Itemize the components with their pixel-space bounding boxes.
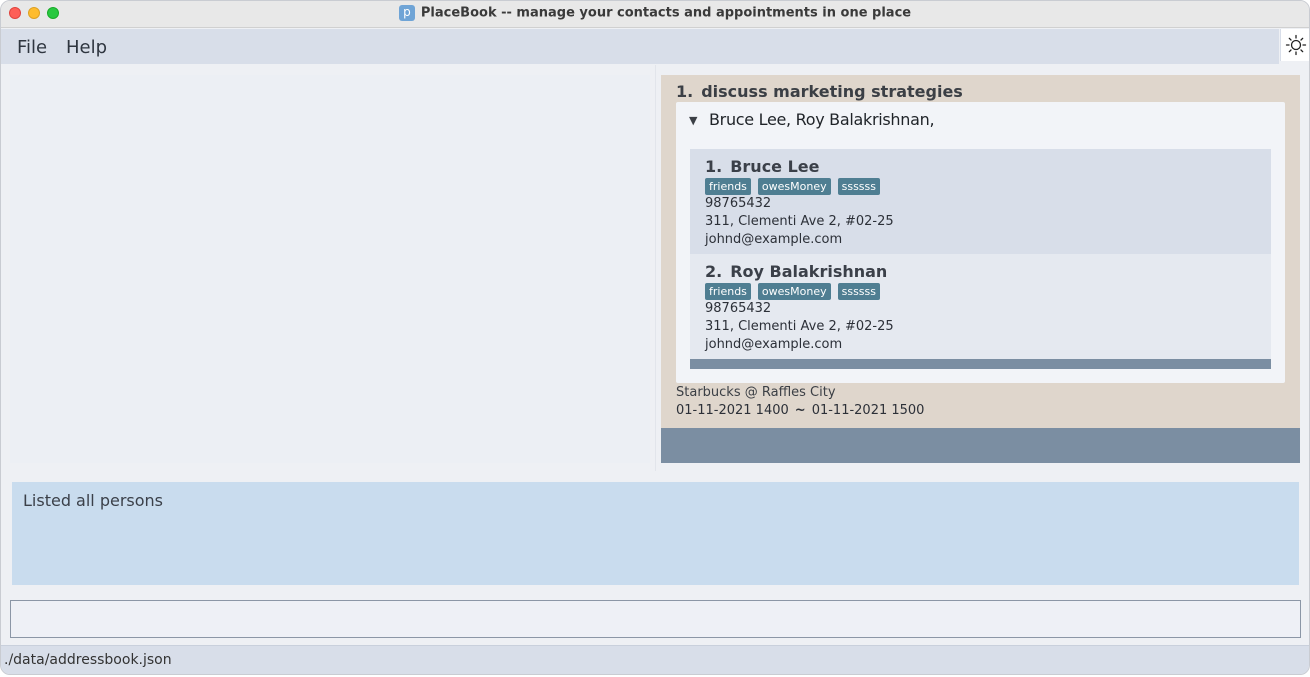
attendees-summary: Bruce Lee, Roy Balakrishnan, xyxy=(709,110,935,129)
person-list-panel[interactable] xyxy=(10,75,650,463)
person-name: 2. Roy Balakrishnan xyxy=(705,262,887,281)
window-title: p PlaceBook -- manage your contacts and a… xyxy=(1,5,1309,21)
appointment-end: 01-11-2021 1500 xyxy=(811,403,925,418)
appointment-index: 1. xyxy=(676,82,694,101)
list-item[interactable]: 2. Roy Balakrishnan friends owesMoney sss… xyxy=(690,254,1271,359)
sun-icon xyxy=(1285,34,1307,56)
time-separator: ~ xyxy=(794,403,806,418)
tag-badge: friends xyxy=(705,283,751,300)
person-phone: 98765432 xyxy=(705,196,772,211)
tag-badge: friends xyxy=(705,178,751,195)
attendees-accordion-header[interactable]: ▼ Bruce Lee, Roy Balakrishnan, xyxy=(676,102,1285,138)
appointment-description: discuss marketing strategies xyxy=(701,82,963,101)
appointment-list-panel[interactable]: 1. discuss marketing strategies ▼ Bruce L… xyxy=(661,75,1300,463)
menu-file[interactable]: File xyxy=(17,37,47,58)
person-email: johnd@example.com xyxy=(705,232,843,247)
tag-list: friends owesMoney ssssss xyxy=(705,178,880,195)
person-name-text: Roy Balakrishnan xyxy=(730,262,888,281)
menu-help[interactable]: Help xyxy=(66,37,107,58)
attendees-accordion: ▼ Bruce Lee, Roy Balakrishnan, 1. Bruce L… xyxy=(676,102,1285,383)
person-index: 1. xyxy=(705,157,723,176)
appointment-card[interactable]: 1. discuss marketing strategies ▼ Bruce L… xyxy=(661,75,1300,428)
person-phone: 98765432 xyxy=(705,301,772,316)
attendee-list[interactable]: 1. Bruce Lee friends owesMoney ssssss 987… xyxy=(690,149,1271,369)
app-window: p PlaceBook -- manage your contacts and a… xyxy=(0,0,1310,675)
person-index: 2. xyxy=(705,262,723,281)
tag-badge: ssssss xyxy=(837,283,880,300)
tag-list: friends owesMoney ssssss xyxy=(705,283,880,300)
triangle-down-icon[interactable]: ▼ xyxy=(689,114,697,127)
result-display[interactable]: Listed all persons xyxy=(12,482,1299,585)
save-file-path: ./data/addressbook.json xyxy=(4,652,172,668)
tag-badge: ssssss xyxy=(837,178,880,195)
appointment-title: 1. discuss marketing strategies xyxy=(676,82,963,101)
theme-toggle-button[interactable] xyxy=(1280,29,1309,61)
person-name: 1. Bruce Lee xyxy=(705,157,820,176)
person-name-text: Bruce Lee xyxy=(730,157,820,176)
appointment-time: 01-11-2021 1400 ~01-11-2021 1500 xyxy=(676,403,924,418)
panel-divider[interactable] xyxy=(655,65,656,471)
list-item[interactable]: 1. Bruce Lee friends owesMoney ssssss 987… xyxy=(690,149,1271,254)
result-message: Listed all persons xyxy=(23,491,164,510)
app-icon: p xyxy=(398,5,415,21)
appointment-start: 01-11-2021 1400 xyxy=(676,403,789,418)
appointment-location: Starbucks @ Raffles City xyxy=(676,385,836,400)
command-input[interactable] xyxy=(10,600,1301,638)
person-address: 311, Clementi Ave 2, #02-25 xyxy=(705,319,894,334)
person-address: 311, Clementi Ave 2, #02-25 xyxy=(705,214,894,229)
tag-badge: owesMoney xyxy=(757,283,831,300)
person-email: johnd@example.com xyxy=(705,337,843,352)
status-bar: ./data/addressbook.json xyxy=(1,645,1309,674)
menu-bar: File Help xyxy=(1,29,1279,64)
tag-badge: owesMoney xyxy=(757,178,831,195)
window-title-text: PlaceBook -- manage your contacts and ap… xyxy=(420,5,912,21)
title-bar: p PlaceBook -- manage your contacts and a… xyxy=(1,1,1309,28)
